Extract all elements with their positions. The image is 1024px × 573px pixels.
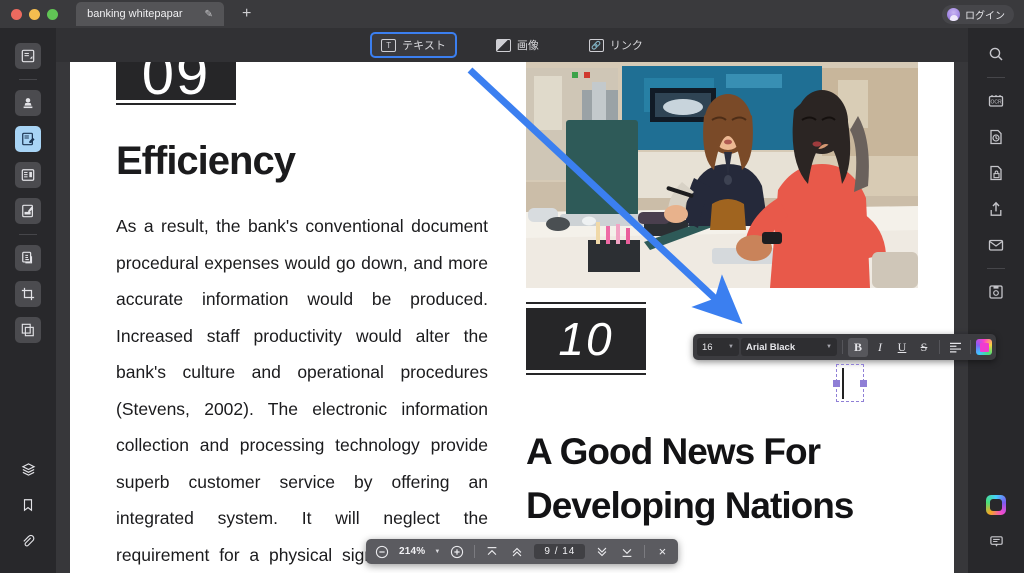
new-tab-button[interactable]: + xyxy=(236,4,257,24)
sidebar-item-copy-page[interactable] xyxy=(15,245,41,271)
document-left-column: 09 Efficiency As a result, the bank's co… xyxy=(116,62,488,573)
rename-tab-pencil-icon[interactable]: ✎ xyxy=(205,9,213,20)
format-divider-3 xyxy=(970,340,971,354)
application-window: banking whitepapar ✎ + ログイン T テキスト 画像 🔗 … xyxy=(0,0,1024,573)
document-heading-good-news: A Good News For Developing Nations xyxy=(526,431,854,526)
last-page-icon[interactable] xyxy=(619,544,635,560)
document-page: 09 Efficiency As a result, the bank's co… xyxy=(70,62,954,573)
mail-icon[interactable] xyxy=(983,232,1009,258)
document-heading-efficiency: Efficiency xyxy=(116,139,296,183)
tab-link[interactable]: 🔗 リンク xyxy=(578,32,654,58)
section-rule-10-top xyxy=(526,302,646,304)
current-page-value[interactable]: 9 xyxy=(544,546,551,557)
minimize-window-button[interactable] xyxy=(29,8,40,20)
maximize-window-button[interactable] xyxy=(47,8,58,20)
text-color-swatch[interactable] xyxy=(976,339,992,355)
first-page-icon[interactable] xyxy=(484,544,500,560)
prev-page-icon[interactable] xyxy=(509,544,525,560)
bottom-divider-1 xyxy=(474,545,476,558)
title-bar: banking whitepapar ✎ + ログイン xyxy=(0,0,1024,28)
sidebar-item-crop-page[interactable] xyxy=(15,281,41,307)
image-tool-icon xyxy=(495,38,511,52)
section-rule-10-bottom xyxy=(526,373,646,375)
sidebar-item-page-thumbnail[interactable] xyxy=(15,43,41,69)
tab-text[interactable]: T テキスト xyxy=(370,32,457,58)
tab-image-label: 画像 xyxy=(516,40,539,52)
selected-text-box[interactable] xyxy=(833,364,867,402)
window-controls[interactable] xyxy=(0,8,58,20)
resize-handle-left[interactable] xyxy=(833,380,840,387)
text-caret xyxy=(842,368,844,399)
zoom-dropdown-icon[interactable]: ▼ xyxy=(434,549,440,555)
page-navigation-bar[interactable]: 214% ▼ 9 / 14 × xyxy=(366,539,679,564)
next-page-icon[interactable] xyxy=(594,544,610,560)
document-tab-label: banking whitepapar xyxy=(87,8,183,20)
text-format-toolbar[interactable]: 16 ▼ Arial Black ▼ B I U S xyxy=(693,334,996,360)
zoom-out-button[interactable] xyxy=(374,544,390,560)
protect-document-icon[interactable] xyxy=(983,160,1009,186)
align-left-icon[interactable] xyxy=(945,338,965,357)
section-number-10: 10 xyxy=(526,308,646,370)
right-sidebar: OCR xyxy=(968,28,1024,573)
bookmark-icon[interactable] xyxy=(15,492,41,518)
link-tool-icon: 🔗 xyxy=(588,38,604,52)
document-body-paragraph: As a result, the bank's conventional doc… xyxy=(116,216,488,565)
search-icon[interactable] xyxy=(983,41,1009,67)
format-divider-1 xyxy=(842,340,843,354)
sidebar-item-organize-pages[interactable] xyxy=(15,317,41,343)
tab-text-label: テキスト xyxy=(402,40,446,52)
sidebar-item-stamp[interactable] xyxy=(15,90,41,116)
svg-text:OCR: OCR xyxy=(990,100,1002,106)
login-button[interactable]: ログイン xyxy=(942,5,1014,24)
close-toolbar-button[interactable]: × xyxy=(654,544,670,560)
chevron-down-icon-font: ▼ xyxy=(826,344,832,350)
sidebar-divider xyxy=(19,79,37,80)
font-size-value: 16 xyxy=(702,341,713,353)
zoom-level-value[interactable]: 214% xyxy=(399,546,425,557)
ai-assistant-icon[interactable] xyxy=(983,492,1009,518)
underline-button[interactable]: U xyxy=(892,338,912,357)
convert-document-icon[interactable] xyxy=(983,124,1009,150)
ocr-icon[interactable]: OCR xyxy=(983,88,1009,114)
layers-icon[interactable] xyxy=(15,456,41,482)
sidebar-item-edit-document[interactable] xyxy=(15,126,41,152)
right-sidebar-divider xyxy=(987,77,1005,78)
total-pages-value: 14 xyxy=(562,546,576,557)
close-window-button[interactable] xyxy=(11,8,22,20)
resize-handle-right[interactable] xyxy=(860,380,867,387)
section-number-09: 09 xyxy=(116,62,236,107)
comment-icon[interactable] xyxy=(983,528,1009,554)
left-sidebar-bottom xyxy=(0,451,56,559)
login-label: ログイン xyxy=(965,11,1005,22)
left-sidebar xyxy=(0,28,56,573)
save-icon[interactable] xyxy=(983,279,1009,305)
zoom-in-button[interactable] xyxy=(449,544,465,560)
font-family-value: Arial Black xyxy=(746,341,796,353)
font-size-select[interactable]: 16 ▼ xyxy=(697,338,739,356)
chevron-down-icon: ▼ xyxy=(728,344,734,350)
sidebar-item-fill-and-sign[interactable] xyxy=(15,198,41,224)
tab-link-label: リンク xyxy=(609,40,643,52)
bottom-divider-2 xyxy=(644,545,646,558)
text-tool-icon: T xyxy=(381,38,397,52)
right-sidebar-bottom xyxy=(968,487,1024,559)
tool-tab-bar: T テキスト 画像 🔗 リンク xyxy=(0,28,1024,62)
right-sidebar-divider-2 xyxy=(987,268,1005,269)
strikethrough-button[interactable]: S xyxy=(914,338,934,357)
attachment-icon[interactable] xyxy=(15,528,41,554)
document-photo[interactable] xyxy=(526,62,918,288)
format-divider-2 xyxy=(939,340,940,354)
page-separator: / xyxy=(554,546,559,557)
page-indicator[interactable]: 9 / 14 xyxy=(534,544,586,559)
avatar-icon xyxy=(947,8,960,21)
share-icon[interactable] xyxy=(983,196,1009,222)
sidebar-item-page-list[interactable] xyxy=(15,162,41,188)
sidebar-divider-2 xyxy=(19,234,37,235)
bold-button[interactable]: B xyxy=(848,337,868,357)
italic-button[interactable]: I xyxy=(870,338,890,357)
document-canvas[interactable]: 09 Efficiency As a result, the bank's co… xyxy=(56,62,968,573)
tab-image[interactable]: 画像 xyxy=(485,32,550,58)
font-family-select[interactable]: Arial Black ▼ xyxy=(741,338,837,356)
document-tab[interactable]: banking whitepapar ✎ xyxy=(76,2,224,26)
